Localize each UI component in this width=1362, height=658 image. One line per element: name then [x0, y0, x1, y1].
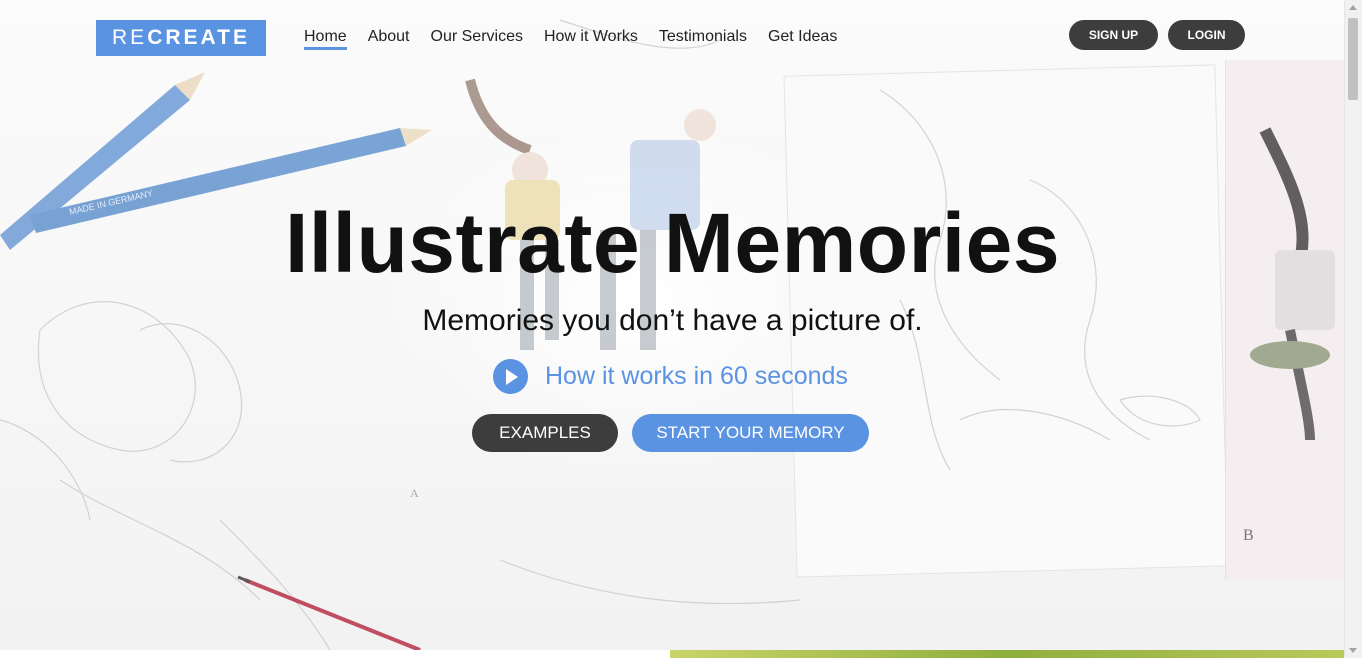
logo-text-light: RE — [112, 26, 148, 49]
nav-item-how-it-works[interactable]: How it Works — [544, 28, 638, 50]
main-nav: Home About Our Services How it Works Tes… — [304, 28, 858, 50]
login-button[interactable]: LOGIN — [1168, 20, 1245, 50]
video-link-label[interactable]: How it works in 60 seconds — [545, 362, 848, 391]
page-scrollbar[interactable] — [1344, 0, 1362, 658]
recreate-logo[interactable]: RE CREATE — [96, 20, 266, 56]
play-icon[interactable] — [493, 359, 528, 394]
scroll-down-arrow-icon[interactable] — [1349, 648, 1357, 653]
start-your-memory-button[interactable]: START YOUR MEMORY — [632, 414, 869, 452]
scrollbar-thumb[interactable] — [1348, 18, 1358, 100]
hero-title: Illustrate Memories — [284, 196, 1061, 290]
how-it-works-video-link[interactable]: How it works in 60 seconds — [493, 359, 848, 394]
nav-item-our-services[interactable]: Our Services — [431, 28, 523, 50]
sign-up-button[interactable]: SIGN UP — [1069, 20, 1158, 50]
nav-item-testimonials[interactable]: Testimonials — [659, 28, 747, 50]
nav-item-about[interactable]: About — [368, 28, 410, 50]
nav-item-home[interactable]: Home — [304, 28, 347, 50]
next-section-photo — [670, 650, 1345, 658]
logo-text-bold: CREATE — [147, 26, 250, 49]
examples-button[interactable]: EXAMPLES — [472, 414, 618, 452]
svg-text:B: B — [1243, 527, 1254, 544]
hero-subtitle: Memories you don’t have a picture of. — [422, 304, 923, 337]
scroll-up-arrow-icon[interactable] — [1349, 5, 1357, 10]
nav-item-get-ideas[interactable]: Get Ideas — [768, 28, 837, 50]
svg-text:A: A — [410, 486, 419, 500]
